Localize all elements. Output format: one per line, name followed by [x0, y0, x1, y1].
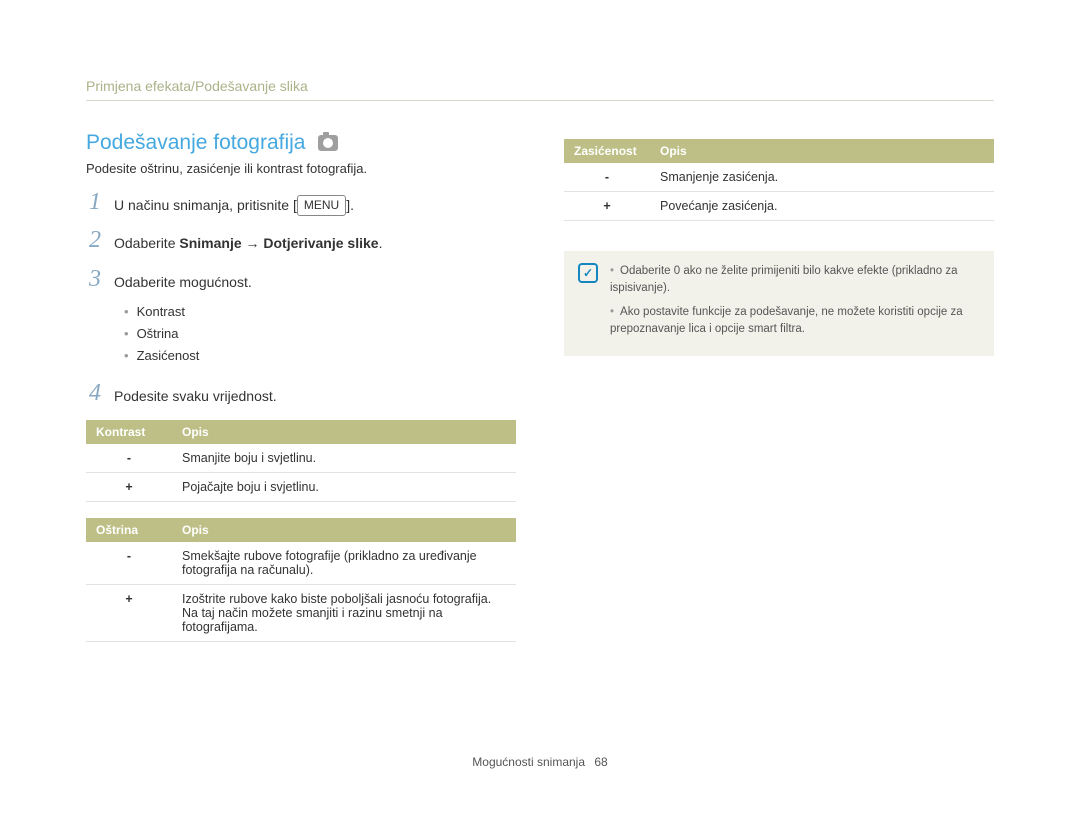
cell-symbol: + — [86, 472, 172, 501]
list-item: Zasićenost — [124, 345, 516, 367]
list-item: Oštrina — [124, 323, 516, 345]
cell-desc: Izoštrite rubove kako biste poboljšali j… — [172, 584, 516, 641]
cell-symbol: - — [564, 163, 650, 192]
table-row: + Izoštrite rubove kako biste poboljšali… — [86, 584, 516, 641]
cell-desc: Povećanje zasićenja. — [650, 192, 994, 221]
subtitle: Podesite oštrinu, zasićenje ili kontrast… — [86, 161, 516, 176]
th: Oštrina — [86, 518, 172, 542]
step-text: Podesite svaku vrijednost. — [114, 381, 277, 407]
page-footer: Mogućnosti snimanja 68 — [0, 755, 1080, 769]
footer-section: Mogućnosti snimanja — [472, 755, 585, 769]
cell-symbol: + — [564, 192, 650, 221]
step-2: 2 Odaberite Snimanje → Dotjerivanje slik… — [86, 228, 516, 254]
step-number: 1 — [86, 190, 104, 214]
table-row: + Pojačajte boju i svjetlinu. — [86, 472, 516, 501]
cell-desc: Smekšajte rubove fotografije (prikladno … — [172, 542, 516, 585]
text: . — [379, 235, 383, 251]
text: ]. — [346, 197, 354, 213]
text: Odaberite — [114, 235, 179, 251]
bold-text: Snimanje → Dotjerivanje slike — [179, 235, 378, 251]
cell-symbol: - — [86, 444, 172, 473]
table-zasicenost: Zasićenost Opis - Smanjenje zasićenja. +… — [564, 139, 994, 221]
table-row: - Smanjenje zasićenja. — [564, 163, 994, 192]
camera-icon — [318, 135, 338, 151]
table-row: + Povećanje zasićenja. — [564, 192, 994, 221]
step-1: 1 U načinu snimanja, pritisnite [MENU]. — [86, 190, 516, 216]
th: Opis — [172, 420, 516, 444]
note-list: Odaberite 0 ako ne želite primijeniti bi… — [610, 263, 980, 344]
table-ostrina: Oštrina Opis - Smekšajte rubove fotograf… — [86, 518, 516, 642]
text: U načinu snimanja, pritisnite [ — [114, 197, 297, 213]
page-number: 68 — [594, 755, 607, 769]
cell-symbol: + — [86, 584, 172, 641]
th: Zasićenost — [564, 139, 650, 163]
table-kontrast: Kontrast Opis - Smanjite boju i svjetlin… — [86, 420, 516, 502]
step-number: 4 — [86, 381, 104, 405]
title-text: Podešavanje fotografija — [86, 131, 306, 155]
table-row: - Smanjite boju i svjetlinu. — [86, 444, 516, 473]
list-item: Kontrast — [124, 301, 516, 323]
cell-desc: Smanjite boju i svjetlinu. — [172, 444, 516, 473]
breadcrumb: Primjena efekata/Podešavanje slika — [86, 78, 994, 101]
left-column: Podešavanje fotografija Podesite oštrinu… — [86, 131, 516, 658]
cell-desc: Pojačajte boju i svjetlinu. — [172, 472, 516, 501]
table-row: - Smekšajte rubove fotografije (prikladn… — [86, 542, 516, 585]
note-item: Ako postavite funkcije za podešavanje, n… — [610, 304, 980, 339]
step-3: 3 Odaberite mogućnost. — [86, 267, 516, 293]
th: Opis — [172, 518, 516, 542]
th: Opis — [650, 139, 994, 163]
menu-button-label: MENU — [297, 195, 346, 216]
step-4: 4 Podesite svaku vrijednost. — [86, 381, 516, 407]
page-title: Podešavanje fotografija — [86, 131, 516, 155]
right-column: Zasićenost Opis - Smanjenje zasićenja. +… — [564, 131, 994, 658]
step-text: Odaberite mogućnost. — [114, 267, 252, 293]
step-number: 3 — [86, 267, 104, 291]
step-number: 2 — [86, 228, 104, 252]
info-icon: ✓ — [578, 263, 598, 283]
th: Kontrast — [86, 420, 172, 444]
step-text: Odaberite Snimanje → Dotjerivanje slike. — [114, 228, 382, 254]
note-box: ✓ Odaberite 0 ako ne želite primijeniti … — [564, 251, 994, 356]
step-text: U načinu snimanja, pritisnite [MENU]. — [114, 190, 354, 216]
option-list: Kontrast Oštrina Zasićenost — [124, 301, 516, 367]
cell-desc: Smanjenje zasićenja. — [650, 163, 994, 192]
cell-symbol: - — [86, 542, 172, 585]
note-item: Odaberite 0 ako ne želite primijeniti bi… — [610, 263, 980, 298]
